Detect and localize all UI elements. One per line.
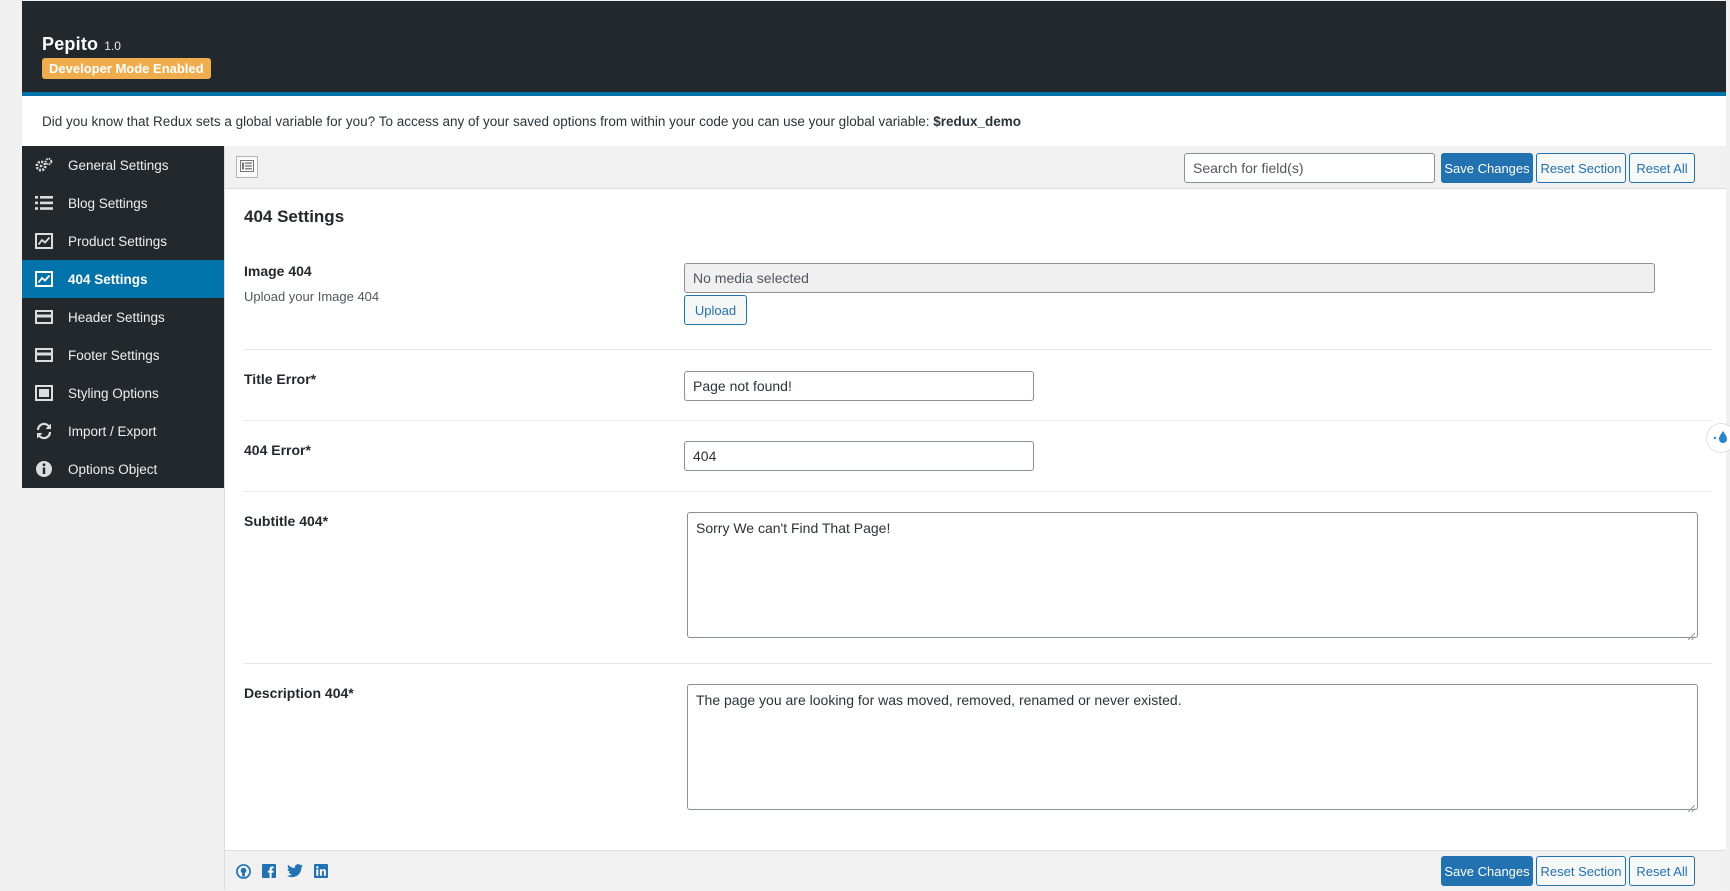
github-icon[interactable] (235, 863, 251, 879)
upload-button[interactable]: Upload (684, 295, 747, 325)
expand-icon (240, 159, 254, 175)
refresh-icon (34, 422, 54, 440)
info-notice: Did you know that Redux sets a global va… (22, 96, 1726, 146)
sidebar-item-import-export[interactable]: Import / Export (22, 412, 224, 450)
sidebar-item-styling-options[interactable]: Styling Options (22, 374, 224, 412)
linkedin-icon[interactable] (313, 863, 329, 879)
divider (244, 420, 1712, 421)
twitter-icon[interactable] (287, 863, 303, 879)
search-input[interactable] (1184, 153, 1435, 183)
bottom-toolbar: Save Changes Reset Section Reset All (225, 850, 1726, 890)
global-variable-name: $redux_demo (933, 114, 1022, 129)
subtitle-404-textarea[interactable]: Sorry We can't Find That Page! (687, 512, 1698, 641)
reset-section-button[interactable]: Reset Section (1536, 153, 1626, 183)
developer-mode-badge: Developer Mode Enabled (42, 58, 211, 79)
section-title: 404 Settings (244, 207, 345, 226)
reset-section-button-bottom[interactable]: Reset Section (1536, 856, 1626, 886)
divider (244, 491, 1712, 492)
sidebar-item-options-object[interactable]: Options Object (22, 450, 224, 488)
info-notice-text: Did you know that Redux sets a global va… (42, 114, 934, 129)
sidebar-item-general-settings[interactable]: General Settings (22, 146, 224, 184)
sidebar-item-label: Footer Settings (68, 347, 160, 363)
facebook-icon[interactable] (261, 863, 277, 879)
sidebar-menu: General Settings Blog Settings Product S… (22, 146, 224, 488)
subtitle-404-label: Subtitle 404* (244, 513, 329, 529)
resize-grip-icon[interactable] (1687, 799, 1696, 813)
sidebar-item-footer-settings[interactable]: Footer Settings (22, 336, 224, 374)
header-bar: Pepito 1.0 Developer Mode Enabled (22, 1, 1726, 96)
expand-options-button[interactable] (236, 156, 258, 178)
sidebar-item-label: Header Settings (68, 309, 165, 325)
brand: Pepito 1.0 (42, 34, 121, 55)
image-404-description: Upload your Image 404 (244, 289, 380, 304)
description-404-value: The page you are looking for was moved, … (696, 692, 1182, 708)
sidebar-item-label: General Settings (68, 157, 169, 173)
top-toolbar: Save Changes Reset Section Reset All (225, 146, 1726, 189)
chart-icon (34, 233, 54, 249)
info-icon (34, 461, 54, 477)
description-404-textarea[interactable]: The page you are looking for was moved, … (687, 684, 1698, 813)
sidebar-item-label: Blog Settings (68, 195, 148, 211)
sidebar-item-label: Options Object (68, 461, 158, 477)
reset-all-button-bottom[interactable]: Reset All (1629, 856, 1695, 886)
404-error-field[interactable]: 404 (684, 441, 1034, 471)
sidebar-item-404-settings[interactable]: 404 Settings (22, 260, 224, 298)
sidebar-item-label: Styling Options (68, 385, 159, 401)
sidebar: General Settings Blog Settings Product S… (22, 146, 224, 890)
reset-all-button[interactable]: Reset All (1629, 153, 1695, 183)
options-panel: Pepito 1.0 Developer Mode Enabled Did you… (22, 1, 1726, 890)
404-error-label: 404 Error* (244, 442, 311, 458)
title-error-label: Title Error* (244, 371, 317, 387)
app-name: Pepito (42, 34, 99, 54)
app-version: 1.0 (104, 39, 121, 53)
divider (244, 349, 1712, 350)
title-error-field[interactable]: Page not found! (684, 371, 1034, 401)
floating-helper-widget[interactable] (1706, 423, 1730, 453)
card-icon (34, 309, 54, 325)
card-icon (34, 347, 54, 363)
gears-icon (34, 157, 54, 173)
save-changes-button[interactable]: Save Changes (1441, 153, 1533, 183)
chart-icon (34, 271, 54, 287)
sidebar-item-header-settings[interactable]: Header Settings (22, 298, 224, 336)
media-url-field[interactable]: No media selected (684, 263, 1655, 293)
divider (244, 663, 1712, 664)
sidebar-item-product-settings[interactable]: Product Settings (22, 222, 224, 260)
image-404-label: Image 404 (244, 263, 312, 279)
sidebar-item-blog-settings[interactable]: Blog Settings (22, 184, 224, 222)
window-icon (34, 385, 54, 401)
resize-grip-icon[interactable] (1687, 627, 1696, 641)
main-content: Save Changes Reset Section Reset All 404… (224, 146, 1726, 890)
sidebar-item-label: 404 Settings (68, 271, 148, 287)
description-404-label: Description 404* (244, 685, 354, 701)
subtitle-404-value: Sorry We can't Find That Page! (696, 520, 891, 536)
droplet-icon (1713, 429, 1729, 448)
sidebar-item-label: Import / Export (68, 423, 157, 439)
list-icon (34, 195, 54, 211)
save-changes-button-bottom[interactable]: Save Changes (1441, 856, 1533, 886)
sidebar-item-label: Product Settings (68, 233, 168, 249)
